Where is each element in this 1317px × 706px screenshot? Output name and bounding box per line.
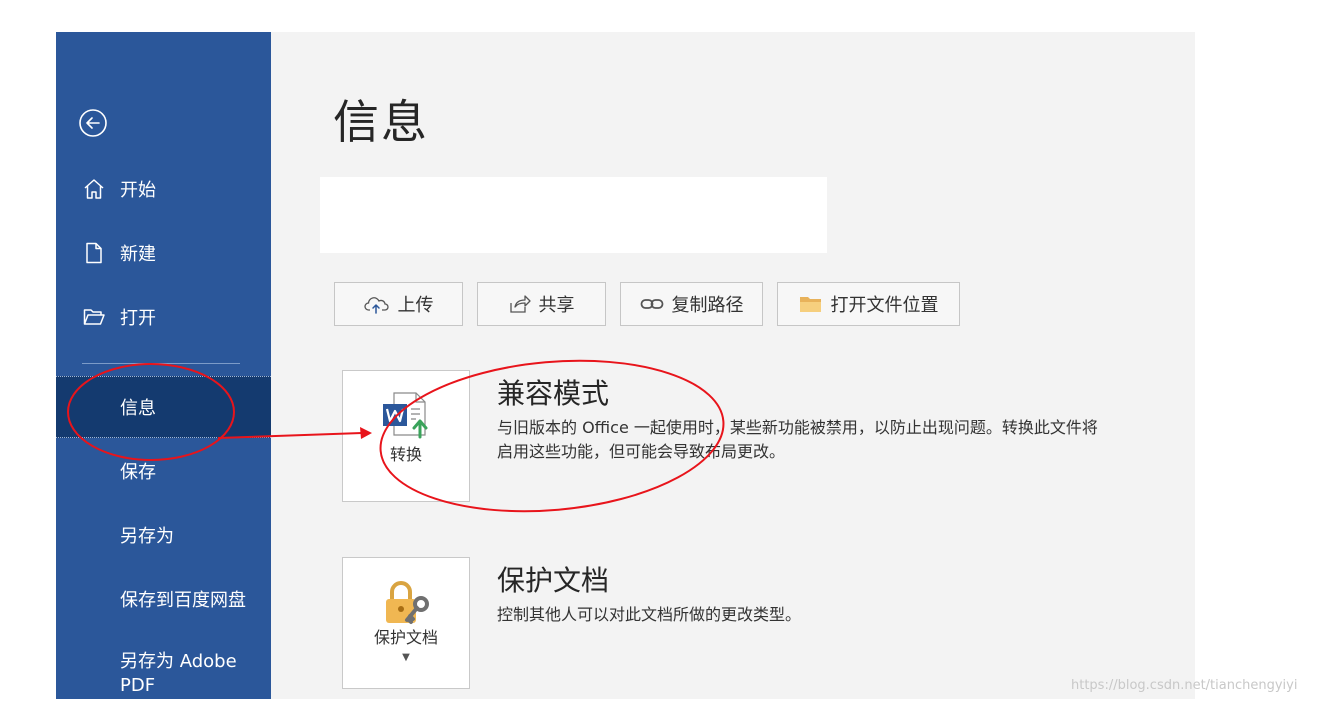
sidebar-item-label: 开始 — [120, 180, 156, 201]
sidebar-divider — [82, 363, 240, 364]
sidebar-item-home[interactable]: 开始 — [56, 164, 271, 214]
convert-button[interactable]: 转换 — [342, 370, 470, 502]
sidebar-item-label: 另存为 Adobe PDF — [120, 651, 237, 696]
link-icon — [640, 299, 663, 309]
word-backstage-window: 开始 新建 打开 信息 保存 另存为 保存到百度网盘 另存为 Adobe PDF… — [56, 32, 1195, 699]
convert-label: 转换 — [389, 445, 422, 464]
copy-path-label: 复制路径 — [671, 295, 744, 316]
page-title: 信息 — [333, 95, 429, 149]
sidebar-item-label: 新建 — [120, 244, 156, 265]
sidebar-item-new[interactable]: 新建 — [56, 228, 271, 278]
sidebar-item-label: 另存为 — [120, 526, 174, 547]
new-document-icon — [80, 239, 108, 267]
folder-icon — [799, 297, 821, 312]
compatibility-desc-line1: 与旧版本的 Office 一起使用时，某些新功能被禁用，以防止出现问题。转换此文… — [497, 418, 1098, 437]
share-icon — [509, 295, 531, 313]
chevron-down-icon: ▼ — [402, 652, 410, 663]
protect-document-button[interactable]: 保护文档 ▼ — [342, 557, 470, 689]
watermark: https://blog.csdn.net/tianchengyiyi — [1071, 678, 1298, 693]
open-file-location-button[interactable]: 打开文件位置 — [777, 282, 960, 326]
backstage-sidebar: 开始 新建 打开 信息 保存 另存为 保存到百度网盘 另存为 Adobe PDF — [56, 32, 271, 699]
protect-document-label: 保护文档 — [373, 628, 438, 647]
open-folder-icon — [80, 303, 108, 331]
sidebar-item-info[interactable]: 信息 — [56, 376, 271, 438]
protect-document-section: 保护文档 ▼ 保护文档 控制其他人可以对此文档所做的更改类型。 — [342, 557, 1195, 691]
sidebar-item-label: 保存到百度网盘 — [120, 590, 246, 611]
lock-key-icon — [386, 581, 429, 624]
sidebar-item-label: 保存 — [120, 462, 156, 483]
share-label: 共享 — [538, 295, 575, 316]
file-name-area — [320, 177, 827, 253]
cloud-upload-icon — [363, 297, 389, 314]
compatibility-mode-title: 兼容模式 — [497, 377, 610, 410]
sidebar-item-open[interactable]: 打开 — [56, 292, 271, 342]
sidebar-item-label: 打开 — [120, 308, 156, 329]
share-button[interactable]: 共享 — [477, 282, 606, 326]
compatibility-mode-description: 与旧版本的 Office 一起使用时，某些新功能被禁用，以防止出现问题。转换此文… — [497, 416, 1098, 464]
copy-path-button[interactable]: 复制路径 — [620, 282, 763, 326]
compatibility-desc-line2: 启用这些功能，但可能会导致布局更改。 — [497, 442, 786, 461]
home-icon — [80, 175, 108, 203]
sidebar-item-save[interactable]: 保存 — [56, 446, 271, 496]
protect-document-title: 保护文档 — [497, 564, 610, 597]
sidebar-item-label: 信息 — [120, 398, 156, 419]
upload-label: 上传 — [397, 295, 434, 316]
protect-document-description: 控制其他人可以对此文档所做的更改类型。 — [497, 605, 802, 624]
compatibility-mode-section: 转换 兼容模式 与旧版本的 Office 一起使用时，某些新功能被禁用，以防止出… — [342, 370, 1195, 504]
sidebar-item-save-to-baidu[interactable]: 保存到百度网盘 — [56, 574, 271, 624]
open-file-location-label: 打开文件位置 — [830, 295, 939, 316]
word-convert-icon — [383, 392, 428, 439]
back-button[interactable] — [78, 108, 108, 138]
upload-button[interactable]: 上传 — [334, 282, 463, 326]
info-pane: 信息 上传 共享 复制路径 打开文件位置 转换 兼容模式 与旧版本的 Offic… — [271, 32, 1195, 699]
sidebar-item-save-as[interactable]: 另存为 — [56, 510, 271, 560]
back-arrow-icon — [79, 109, 107, 137]
sidebar-item-save-as-pdf[interactable]: 另存为 Adobe PDF — [56, 650, 256, 699]
